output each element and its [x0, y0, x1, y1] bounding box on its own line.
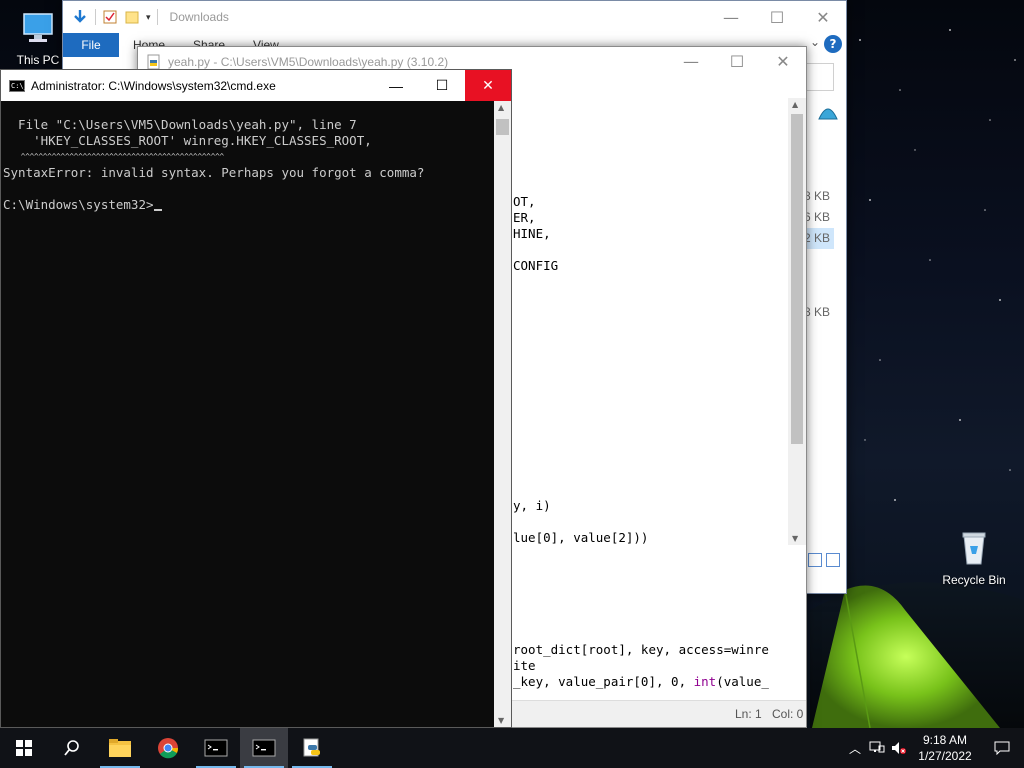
console-line: ^^^^^^^^^^^^^^^^^^^^^^^^^^^^^^^^^^^^^^^^… — [3, 152, 225, 161]
scroll-up-icon[interactable]: ▲ — [498, 103, 504, 112]
properties-icon[interactable] — [102, 9, 118, 25]
scroll-down-icon[interactable]: ▼ — [498, 716, 504, 725]
desktop-icon-recycle-bin[interactable]: Recycle Bin — [936, 528, 1012, 587]
clock[interactable]: 9:18 AM 1/27/2022 — [910, 732, 980, 764]
code-line: HINE, — [513, 226, 551, 241]
code-line: ER, — [513, 210, 536, 225]
code-line: y, i) — [513, 498, 551, 513]
console-line: 'HKEY_CLASSES_ROOT' winreg.HKEY_CLASSES_… — [3, 133, 372, 148]
maximize-button[interactable]: ☐ — [754, 1, 800, 33]
scrollbar-thumb[interactable] — [791, 114, 803, 444]
details-view-icon[interactable] — [808, 553, 822, 567]
file-size: 6 KB — [804, 210, 831, 224]
text-cursor — [153, 209, 162, 211]
desktop-icon-label: Recycle Bin — [942, 573, 1006, 587]
clock-date: 1/27/2022 — [918, 749, 972, 763]
start-button[interactable] — [0, 728, 48, 768]
recycle-bin-icon — [962, 532, 986, 565]
windows-logo-icon — [16, 740, 32, 756]
file-size: 8 KB — [804, 305, 831, 319]
cmd-app-icon: C:\_ — [9, 79, 28, 92]
minimize-button[interactable]: — — [708, 1, 754, 33]
chrome-icon — [158, 738, 179, 759]
notifications-icon[interactable] — [980, 741, 1024, 755]
keyword-int: int — [693, 674, 717, 689]
python-file-icon — [147, 54, 160, 69]
scroll-down-icon[interactable]: ▼ — [792, 534, 798, 543]
prompt-line: C:\Windows\system32> — [3, 197, 495, 213]
code-line: _key, value_pair[0], 0, int(value_ — [513, 674, 769, 689]
clock-time: 9:18 AM — [922, 733, 968, 747]
qa-dropdown-icon[interactable]: ▾ — [146, 12, 151, 23]
code-line: root_dict[root], key, access=winre — [513, 642, 769, 657]
network-icon[interactable] — [866, 741, 888, 755]
taskbar-python-idle[interactable] — [288, 728, 336, 768]
idle-title: yeah.py - C:\Users\VM5\Downloads\yeah.py… — [168, 54, 449, 69]
code-line: lue[0], value[2])) — [513, 530, 649, 545]
taskbar-cmd[interactable] — [192, 728, 240, 768]
view-mode-buttons — [808, 553, 840, 567]
maximize-button[interactable]: ☐ — [714, 47, 760, 76]
console-output[interactable]: File "C:\Users\VM5\Downloads\yeah.py", l… — [3, 101, 495, 727]
column-indicator: Col: 0 — [772, 707, 804, 721]
vertical-scrollbar[interactable]: ▲ ▼ — [788, 98, 806, 545]
expand-ribbon-icon[interactable]: ⌄ — [810, 35, 820, 49]
help-button[interactable]: ? — [824, 35, 842, 53]
close-button[interactable]: ✕ — [760, 47, 806, 76]
computer-icon — [23, 13, 53, 42]
volume-muted-icon[interactable] — [888, 741, 910, 755]
cmd-window[interactable]: C:\_ Administrator: C:\Windows\system32\… — [0, 69, 512, 728]
file-size: 8 KB — [804, 189, 831, 203]
divider — [95, 9, 96, 25]
taskbar-chrome[interactable] — [144, 728, 192, 768]
error-line: SyntaxError: invalid syntax. Perhaps you… — [3, 165, 425, 180]
code-line: OT, — [513, 194, 536, 209]
new-folder-icon[interactable] — [124, 9, 140, 25]
file-size-column: 8 KB 6 KB 2 KB 8 KB — [804, 186, 834, 323]
tab-file[interactable]: File — [63, 33, 119, 57]
divider — [156, 9, 158, 25]
close-button[interactable]: ✕ — [465, 70, 511, 101]
file-explorer-icon — [109, 739, 131, 757]
scrollbar-thumb[interactable] — [496, 119, 509, 135]
code-text: (value_ — [716, 674, 769, 689]
file-size: 2 KB — [804, 228, 834, 249]
system-tray: ︿ 9:18 AM 1/27/2022 — [844, 728, 1024, 768]
quick-access-toolbar: ▾ — [63, 8, 158, 26]
search-button[interactable] — [48, 728, 96, 768]
shell-icon — [818, 108, 838, 120]
vertical-scrollbar[interactable]: ▲ ▼ — [494, 101, 511, 727]
cmd-icon — [252, 739, 276, 757]
prompt-text: C:\Windows\system32> — [3, 197, 154, 212]
taskbar: ︿ 9:18 AM 1/27/2022 — [0, 728, 1024, 768]
explorer-title: Downloads — [169, 10, 229, 24]
line-indicator: Ln: 1 — [735, 707, 762, 721]
minimize-button[interactable]: — — [668, 47, 714, 76]
search-icon — [64, 740, 79, 756]
python-idle-icon — [303, 738, 320, 757]
tray-overflow-icon[interactable]: ︿ — [844, 740, 866, 757]
cmd-title: Administrator: C:\Windows\system32\cmd.e… — [31, 78, 276, 93]
code-line: ite — [513, 658, 536, 673]
close-button[interactable]: ✕ — [800, 1, 846, 33]
taskbar-cmd-active[interactable] — [240, 728, 288, 768]
cmd-title-bar[interactable]: C:\_ Administrator: C:\Windows\system32\… — [1, 70, 511, 101]
download-arrow-icon[interactable] — [71, 8, 89, 26]
code-text: _key, value_pair[0], 0, — [513, 674, 694, 689]
minimize-button[interactable]: — — [373, 70, 419, 101]
cmd-icon — [204, 739, 228, 757]
maximize-button[interactable]: ☐ — [419, 70, 465, 101]
taskbar-file-explorer[interactable] — [96, 728, 144, 768]
console-line: File "C:\Users\VM5\Downloads\yeah.py", l… — [3, 117, 357, 132]
scroll-up-icon[interactable]: ▲ — [792, 100, 798, 109]
large-icons-view-icon[interactable] — [826, 553, 840, 567]
code-line: CONFIG — [513, 258, 559, 273]
